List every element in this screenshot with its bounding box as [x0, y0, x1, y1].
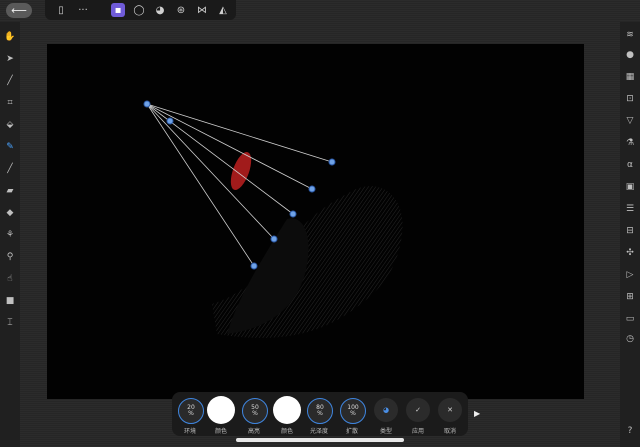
specular-label: 光泽度 [309, 428, 328, 435]
light-handle [289, 210, 297, 218]
effects-icon[interactable]: ⚗ [623, 136, 637, 150]
guide-line [146, 103, 313, 190]
home-indicator[interactable] [236, 438, 404, 442]
arrow-left-icon: ⟵ [11, 4, 27, 17]
back-button[interactable]: ⟵ [6, 3, 32, 18]
export-persona-icon[interactable]: ◭ [216, 3, 230, 17]
eraser-tool-icon[interactable]: ▰ [3, 184, 17, 198]
ambient-color-label: 颜色 [214, 428, 227, 435]
hand-tool-icon[interactable]: ✋ [3, 30, 17, 44]
filter-icon[interactable]: ▽ [623, 114, 637, 128]
light-color-label: 颜色 [280, 428, 293, 435]
camera-icon[interactable]: ▣ [623, 180, 637, 194]
light-handle [166, 117, 174, 125]
fill-tool-icon[interactable]: ◆ [3, 206, 17, 220]
spread-label: 扩散 [345, 428, 358, 435]
macro-icon[interactable]: ▷ [623, 268, 637, 282]
layers-icon[interactable]: ≋ [623, 28, 637, 42]
brush-tool-icon[interactable]: ╱ [3, 162, 17, 176]
light-origin-handle [143, 100, 151, 108]
color-icon[interactable]: ● [623, 48, 637, 62]
diffuse-unit: % [252, 410, 258, 417]
transform-icon[interactable]: ▭ [623, 312, 637, 326]
specular-dial[interactable]: 80 % [307, 398, 333, 424]
stock-icon[interactable]: ⊟ [623, 224, 637, 238]
ambient-color-swatch[interactable] [207, 396, 235, 424]
light-handle [328, 158, 336, 166]
rectangle-tool-icon[interactable]: ■ [3, 294, 17, 308]
light-type-icon: ◕ [382, 406, 390, 414]
apply-label: 应用 [411, 428, 424, 435]
diffuse-dial[interactable]: 50 % [242, 398, 268, 424]
tone-map-persona-icon[interactable]: ⋈ [195, 3, 209, 17]
studio-panel: ≋ ● ▦ ⊡ ▽ ⚗ α ▣ ☰ ⊟ ✣ ▷ ⊞ ▭ ◷ ? [620, 22, 640, 447]
dodge-tool-icon[interactable]: ⚲ [3, 250, 17, 264]
help-icon[interactable]: ? [623, 424, 637, 438]
paint-brush-tool-icon[interactable]: ✎ [3, 140, 17, 154]
play-arrow-icon[interactable]: ▶ [474, 409, 480, 418]
specular-unit: % [317, 410, 323, 417]
library-icon[interactable]: ⊞ [623, 290, 637, 304]
light-color-swatch[interactable] [273, 396, 301, 424]
adjustments-icon[interactable]: ☰ [623, 202, 637, 216]
spread-dial[interactable]: 100 % [340, 398, 366, 424]
red-accent [230, 152, 252, 190]
pixel-persona-icon[interactable]: ▪ [111, 3, 125, 17]
canvas-artwork [143, 100, 403, 338]
top-toolbar: ⟵ ▯ ··· ▪ ◯ ◕ ⊛ ⋈ ◭ [0, 0, 640, 22]
color-picker-tool-icon[interactable]: ╱ [3, 74, 17, 88]
brushes-icon[interactable]: ⊡ [623, 92, 637, 106]
text-style-icon[interactable]: α [623, 158, 637, 172]
selection-brush-tool-icon[interactable]: ⬙ [3, 118, 17, 132]
light-handle [270, 235, 278, 243]
light-type-label: 类型 [379, 428, 392, 435]
persona-bar: ▯ ··· ▪ ◯ ◕ ⊛ ⋈ ◭ [45, 0, 236, 20]
smudge-tool-icon[interactable]: ☝ [3, 272, 17, 286]
navigator-icon[interactable]: ✣ [623, 246, 637, 260]
document-canvas[interactable] [47, 44, 584, 399]
clone-tool-icon[interactable]: ⚘ [3, 228, 17, 242]
light-type-button[interactable]: ◕ [374, 398, 398, 422]
document-icon[interactable]: ▯ [54, 3, 68, 17]
diffuse-label: 高亮 [247, 428, 260, 435]
close-icon: ✕ [447, 406, 453, 414]
photo-persona-icon[interactable]: ◯ [132, 3, 146, 17]
cancel-label: 取消 [443, 428, 456, 435]
swatches-icon[interactable]: ▦ [623, 70, 637, 84]
ambient-label: 环境 [183, 428, 196, 435]
history-icon[interactable]: ◷ [623, 332, 637, 346]
light-handle [308, 185, 316, 193]
more-icon[interactable]: ··· [76, 3, 90, 17]
light-handle [250, 262, 258, 270]
crop-tool-icon[interactable]: ⌗ [3, 96, 17, 110]
liquify-persona-icon[interactable]: ◕ [153, 3, 167, 17]
cancel-button[interactable]: ✕ [438, 398, 462, 422]
ambient-unit: % [188, 410, 194, 417]
tools-panel: ✋ ➤ ╱ ⌗ ⬙ ✎ ╱ ▰ ◆ ⚘ ⚲ ☝ ■ ⌶ [0, 22, 20, 447]
lighting-context-toolbar: 20 % 环境 颜色 50 % 高亮 颜色 80 % 光泽度 100 % 扩散 … [172, 392, 468, 436]
text-tool-icon[interactable]: ⌶ [3, 316, 17, 330]
spread-unit: % [350, 410, 356, 417]
checkmark-icon: ✓ [415, 406, 421, 414]
ambient-dial[interactable]: 20 % [178, 398, 204, 424]
develop-persona-icon[interactable]: ⊛ [174, 3, 188, 17]
move-tool-icon[interactable]: ➤ [3, 52, 17, 66]
apply-button[interactable]: ✓ [406, 398, 430, 422]
